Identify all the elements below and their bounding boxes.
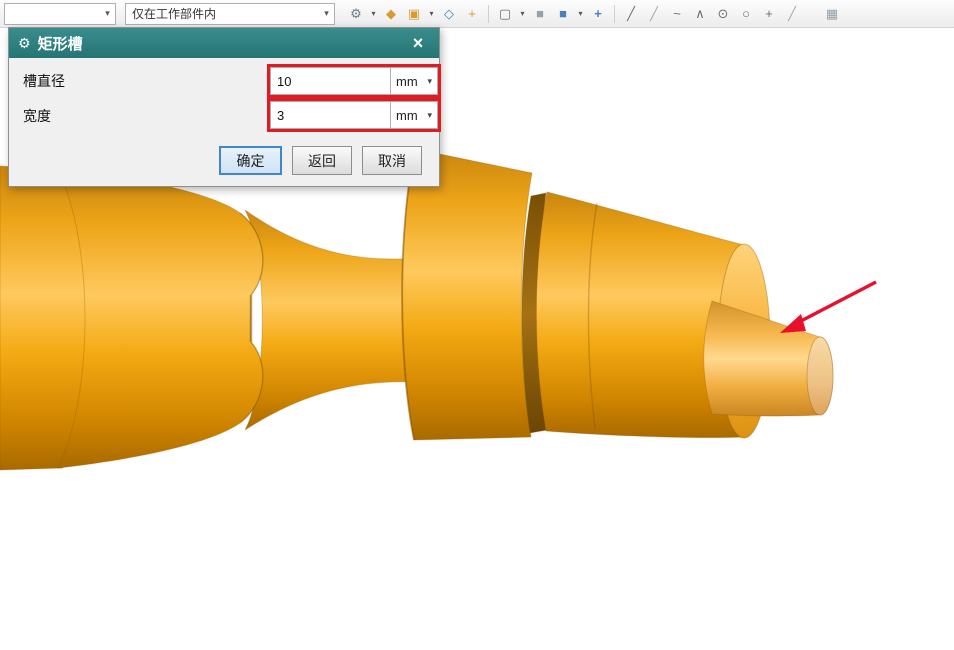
app-window: ▾ 仅在工作部件内 ▾ ⚙ ▾ ◆ ▣ ▾ ◇ + ▢ ▾ ■ ■ ▾ + ╱ … (0, 0, 954, 650)
width-unit-combo[interactable]: mm ▾ (390, 101, 438, 129)
selection-scope-value: 仅在工作部件内 (132, 7, 217, 21)
rectangle-select-icon[interactable]: ▢ (495, 3, 515, 25)
unit-label: mm (396, 107, 418, 123)
shaft-cylinder-a (401, 148, 533, 441)
groove-diameter-unit-combo[interactable]: mm ▾ (390, 67, 438, 95)
shaded-cube-icon[interactable]: ■ (553, 3, 573, 25)
chevron-down-icon[interactable]: ▾ (319, 8, 334, 19)
shaft-neck (244, 209, 419, 431)
spline-icon[interactable]: ~ (667, 3, 687, 25)
grid-icon[interactable]: ▦ (822, 3, 842, 25)
slash-icon[interactable]: ╱ (782, 3, 802, 25)
groove-diameter-field-group: mm ▾ (267, 64, 441, 98)
groove-diameter-label: 槽直径 (23, 73, 65, 89)
midpoint-icon[interactable]: ◇ (439, 3, 459, 25)
dropdown-arrow-icon[interactable]: ▾ (576, 9, 585, 18)
dialog-titlebar[interactable]: ⚙ 矩形槽 × (9, 28, 439, 58)
gear-icon: ⚙ (18, 34, 31, 51)
shaft-small-end-face (806, 336, 834, 416)
shaded-view-icon[interactable]: ■ (530, 3, 550, 25)
top-toolbar: ▾ 仅在工作部件内 ▾ ⚙ ▾ ◆ ▣ ▾ ◇ + ▢ ▾ ■ ■ ▾ + ╱ … (0, 0, 954, 28)
rectangular-groove-dialog: ⚙ 矩形槽 × 槽直径 mm ▾ 宽度 mm ▾ 确定 返 (8, 27, 441, 187)
close-icon[interactable]: × (406, 31, 430, 55)
selection-scope-combo[interactable]: 仅在工作部件内 ▾ (125, 2, 335, 25)
width-label: 宽度 (23, 108, 51, 124)
width-input[interactable] (270, 101, 390, 129)
groove-diameter-input[interactable] (270, 67, 390, 95)
dropdown-arrow-icon[interactable]: ▾ (518, 9, 527, 18)
snap-point-icon[interactable]: ◆ (381, 3, 401, 25)
plus-icon[interactable]: + (759, 3, 779, 25)
line-icon[interactable]: ╱ (621, 3, 641, 25)
unit-label: mm (396, 73, 418, 89)
interpart-gears-icon[interactable]: ⚙ (346, 3, 366, 25)
view-filter-combo[interactable]: ▾ (4, 2, 116, 25)
point-icon[interactable]: ⊙ (713, 3, 733, 25)
end-point-icon[interactable]: ▣ (404, 3, 424, 25)
dropdown-arrow-icon[interactable]: ▾ (369, 9, 378, 18)
dialog-title: 矩形槽 (37, 35, 83, 53)
angle-icon[interactable]: ∧ (690, 3, 710, 25)
intersection-point-icon[interactable]: + (462, 3, 482, 25)
shaft-lobe (57, 169, 264, 469)
ok-button[interactable]: 确定 (219, 146, 282, 175)
circle-icon[interactable]: ○ (736, 3, 756, 25)
dialog-body: 槽直径 mm ▾ 宽度 mm ▾ 确定 返回 取消 (9, 58, 441, 186)
width-field-group: mm ▾ (267, 98, 441, 132)
toolbar-separator (488, 4, 489, 23)
toolbar-separator (614, 4, 615, 23)
cancel-button[interactable]: 取消 (362, 146, 422, 175)
line-thin-icon[interactable]: ╱ (644, 3, 664, 25)
pointer-arrow (780, 280, 877, 333)
chevron-down-icon[interactable]: ▾ (100, 8, 115, 19)
back-button[interactable]: 返回 (292, 146, 352, 175)
shaft-model[interactable] (0, 148, 834, 471)
pan-move-icon[interactable]: + (588, 3, 608, 25)
dropdown-arrow-icon[interactable]: ▾ (427, 9, 436, 18)
chevron-down-icon[interactable]: ▾ (427, 110, 432, 121)
chevron-down-icon[interactable]: ▾ (427, 76, 432, 87)
